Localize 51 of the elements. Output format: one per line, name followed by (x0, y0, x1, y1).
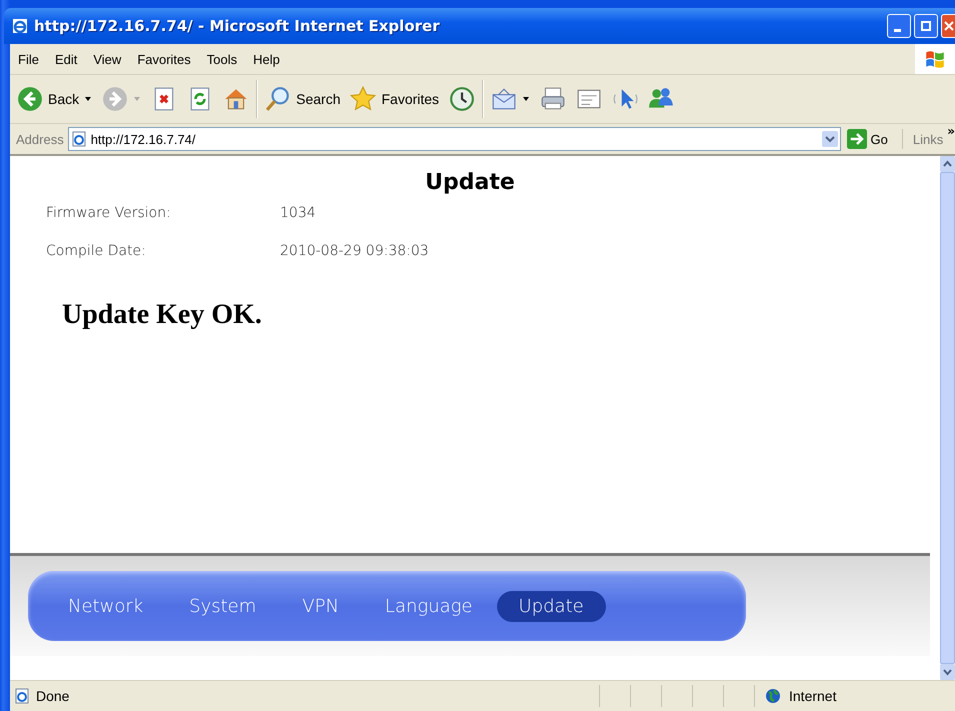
browser-icon (12, 18, 28, 34)
scroll-down-icon[interactable] (940, 664, 955, 680)
maximize-icon (921, 21, 931, 31)
security-zone: Internet (789, 688, 836, 704)
nav-tab[interactable]: VPN (280, 590, 361, 622)
favorites-button[interactable]: Favorites (347, 84, 442, 114)
mail-icon (491, 86, 518, 112)
close-button[interactable] (941, 14, 955, 38)
address-label: Address (16, 132, 64, 146)
dropdown-icon[interactable] (822, 131, 838, 147)
caret-icon (84, 95, 92, 103)
close-icon (944, 21, 954, 31)
more-button[interactable]: » (947, 124, 955, 138)
minimize-button[interactable] (887, 14, 911, 38)
caret-icon (522, 95, 530, 103)
back-button[interactable]: Back (14, 84, 96, 114)
window-title: http://172.16.7.74/ - Microsoft Internet Explorer (34, 17, 441, 35)
page-heading: Update (424, 170, 516, 195)
menu-item[interactable]: View (85, 50, 130, 68)
search-button[interactable]: Search (262, 84, 344, 114)
menu-item[interactable]: File (10, 50, 47, 68)
field-label: Firmware Version: (46, 205, 172, 221)
scrollbar[interactable] (940, 156, 955, 680)
address-field[interactable]: http://172.16.7.74/ (68, 127, 841, 151)
globe-icon (765, 688, 781, 704)
nav-tab[interactable]: Update (496, 590, 606, 622)
search-icon (265, 86, 292, 112)
caret-icon (133, 95, 142, 103)
page-icon (14, 688, 30, 704)
page-icon (70, 131, 87, 147)
menu-item[interactable]: Favorites (129, 50, 199, 68)
nav-tab[interactable]: System (167, 590, 278, 622)
printer-icon (540, 86, 566, 112)
field-value: 2010-08-29 09:38:03 (280, 243, 429, 259)
links-button[interactable]: Links (906, 132, 944, 146)
field-label: Compile Date: (46, 243, 147, 259)
status-message: Update Key OK. (62, 299, 263, 331)
menu-item[interactable]: Help (245, 50, 288, 68)
minimize-icon (894, 28, 900, 32)
nav-tab[interactable]: Network (46, 590, 166, 622)
menu-item[interactable]: Tools (198, 50, 246, 68)
maximize-button[interactable] (914, 14, 938, 38)
windows-logo-icon (915, 44, 955, 74)
status-text: Done (36, 688, 70, 704)
field-value: 1034 (280, 205, 316, 221)
menu-item[interactable]: Edit (46, 50, 86, 68)
go-button[interactable]: Go (844, 129, 903, 149)
scroll-up-icon[interactable] (940, 156, 955, 172)
nav-tab[interactable]: Language (362, 590, 495, 622)
star-icon (350, 86, 376, 112)
history-icon (449, 86, 476, 112)
